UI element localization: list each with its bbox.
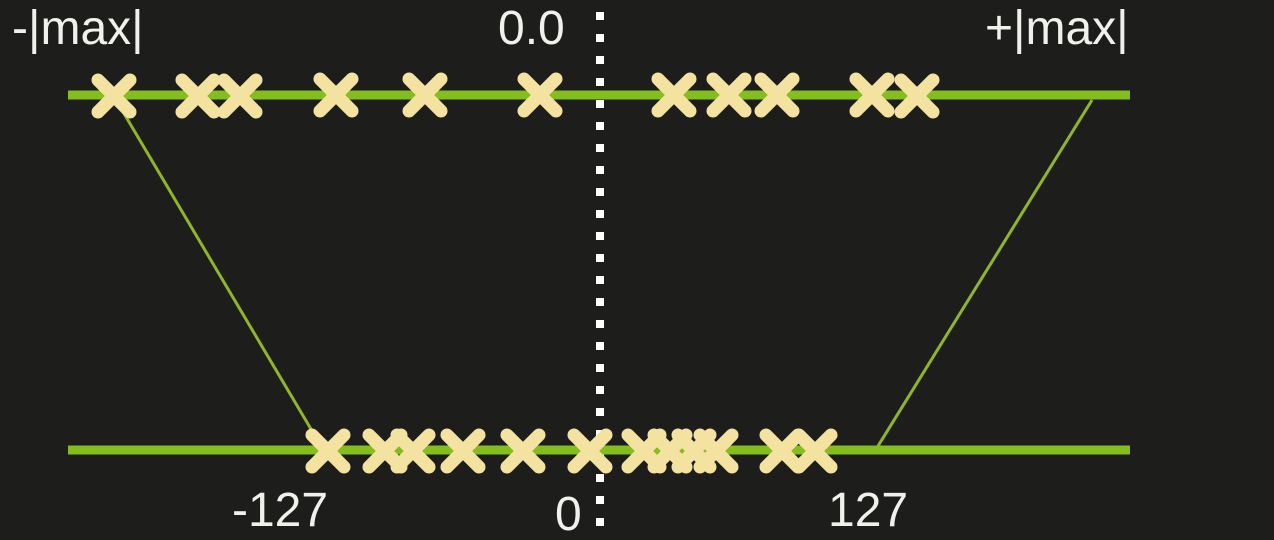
neg-mapping-line: [114, 99, 323, 447]
pos-mapping-line: [876, 99, 1094, 447]
zero-float-label: 0.0: [498, 2, 565, 55]
pos-127-label: 127: [828, 484, 908, 537]
pos-max-label: +|max|: [985, 2, 1129, 55]
zero-int-label: 0: [555, 488, 582, 540]
diagram-canvas: -|max| 0.0 +|max| -127 0 127: [12, 2, 1130, 540]
neg-max-label: -|max|: [12, 2, 144, 55]
quantization-diagram: -|max| 0.0 +|max| -127 0 127: [0, 0, 1274, 540]
neg-127-label: -127: [232, 484, 328, 537]
